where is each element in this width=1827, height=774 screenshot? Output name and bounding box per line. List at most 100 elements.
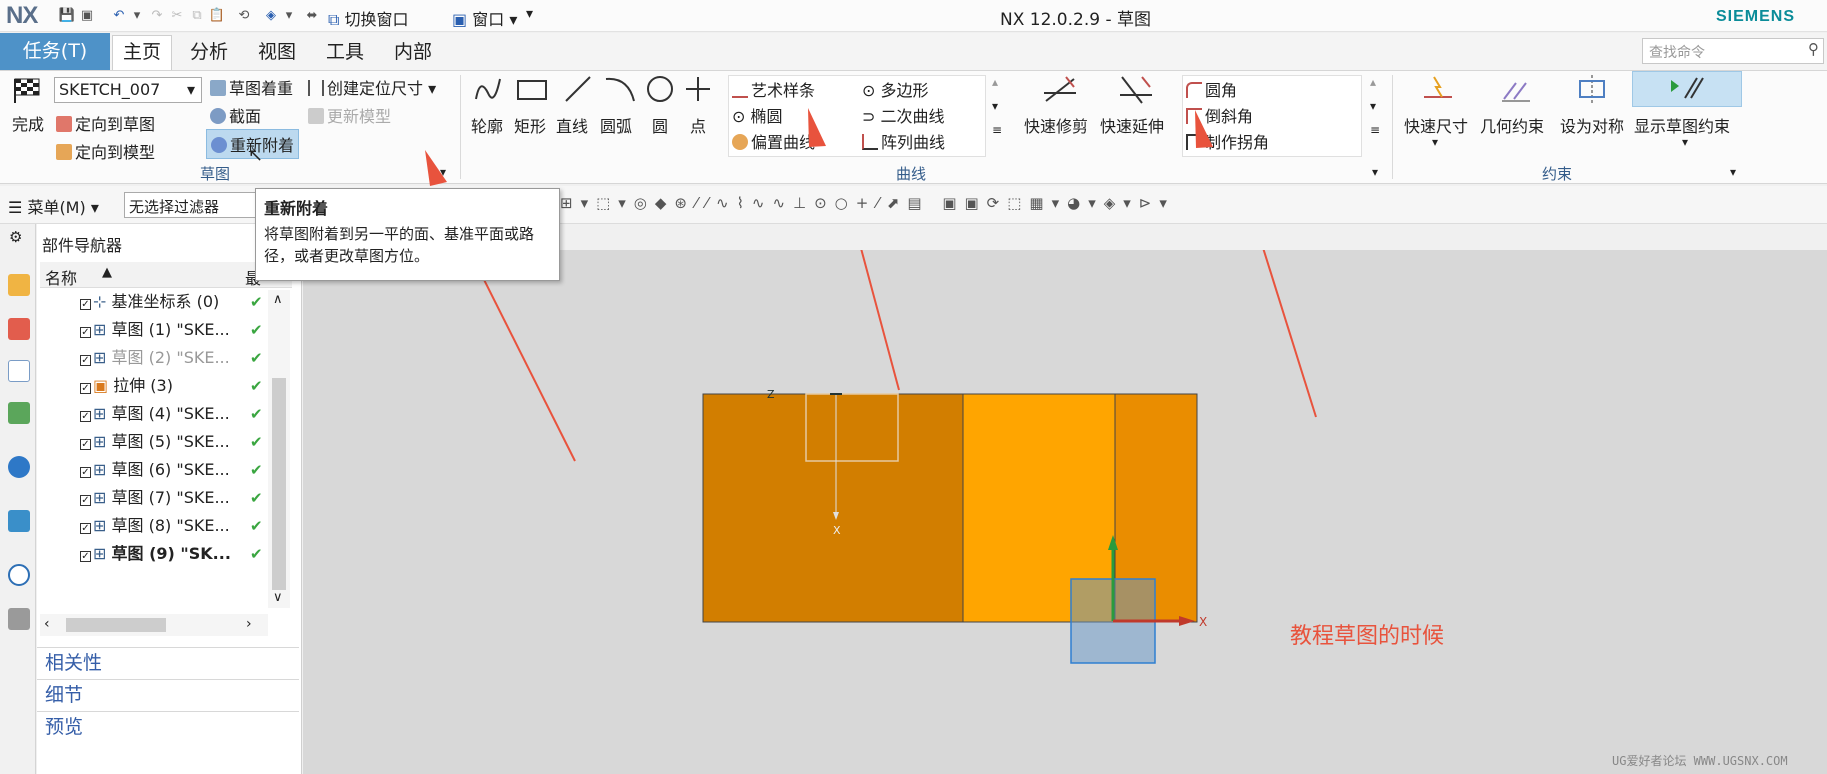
paste-icon[interactable]: 📋 bbox=[208, 7, 226, 25]
navigator-row[interactable]: ✓ ▣ 拉伸 (3) ✔ bbox=[40, 372, 272, 400]
navigator-row[interactable]: ✓ ⊞ 草图 (9) "SK... ✔ bbox=[40, 540, 272, 568]
fillet-button[interactable]: 圆角 bbox=[1186, 77, 1237, 101]
navigator-row[interactable]: ✓ ⊞ 草图 (8) "SKE... ✔ bbox=[40, 512, 272, 540]
gallery-down-icon[interactable]: ▾ bbox=[992, 99, 998, 113]
navigator-row[interactable]: ✓ ⊞ 草图 (7) "SKE... ✔ bbox=[40, 484, 272, 512]
menu-button[interactable]: ☰ 菜单(M) ▾ bbox=[8, 194, 99, 218]
history-icon[interactable] bbox=[8, 510, 30, 532]
update-model-button[interactable]: 更新模型 bbox=[308, 103, 391, 127]
tab-internal[interactable]: 内部 bbox=[384, 36, 442, 68]
model-view[interactable]: X Z X bbox=[303, 68, 1827, 774]
visibility-checkbox[interactable]: ✓ bbox=[80, 299, 91, 310]
arc-button[interactable]: 圆弧 bbox=[600, 113, 632, 137]
chamfer-button[interactable]: 倒斜角 bbox=[1186, 103, 1253, 127]
polygon-button[interactable]: ⊙ 多边形 bbox=[862, 77, 929, 101]
tab-analysis[interactable]: 分析 bbox=[180, 36, 238, 68]
graphics-window[interactable]: X Z X bbox=[303, 68, 1827, 774]
visibility-checkbox[interactable]: ✓ bbox=[80, 551, 91, 562]
studio-spline-button[interactable]: 艺术样条 bbox=[732, 77, 815, 101]
copy-icon[interactable]: ⧉ bbox=[188, 7, 206, 25]
selection-tool-icons[interactable]: ⊞▾⬚▾◎◆⊛⁄⁄∿⌇∿∿⊥⊙○+⁄⬈▤ ▣▣⟳⬚▦▾◕▾◈▾⊳▾ bbox=[560, 194, 1380, 216]
create-dim-button[interactable]: 创建定位尺寸 ▾ bbox=[308, 75, 436, 99]
view-cube-icon[interactable]: ◈ bbox=[262, 7, 280, 25]
rectangle-button[interactable]: 矩形 bbox=[514, 113, 546, 137]
gallery-up-icon[interactable]: ▴ bbox=[992, 75, 998, 89]
sketch-group-more-icon[interactable]: ▾ bbox=[440, 165, 446, 179]
visibility-checkbox[interactable]: ✓ bbox=[80, 383, 91, 394]
navigator-vscroll-thumb[interactable] bbox=[272, 378, 286, 590]
undo-dropdown-icon[interactable]: ▾ bbox=[128, 7, 146, 25]
tab-view[interactable]: 视图 bbox=[248, 36, 306, 68]
visibility-checkbox[interactable]: ✓ bbox=[80, 355, 91, 366]
undo-icon[interactable]: ↶ bbox=[110, 7, 128, 25]
point-button[interactable]: 点 bbox=[690, 113, 706, 137]
navigator-row[interactable]: ✓ ⊞ 草图 (1) "SKE... ✔ bbox=[40, 316, 272, 344]
visibility-checkbox[interactable]: ✓ bbox=[80, 411, 91, 422]
orient-to-sketch-button[interactable]: 定向到草图 bbox=[56, 111, 155, 135]
window-menu-button[interactable]: ▣ 窗口 ▾ bbox=[452, 6, 517, 30]
navigator-row[interactable]: ✓ ⊞ 草图 (2) "SKE... ✔ bbox=[40, 344, 272, 372]
ellipse-button[interactable]: ⊙ 椭圆 bbox=[732, 103, 783, 127]
scroll-left-icon[interactable]: ‹ bbox=[44, 616, 50, 632]
geometric-constraint-button[interactable]: 几何约束 bbox=[1480, 113, 1544, 137]
corner-gallery-up-icon[interactable]: ▴ bbox=[1370, 75, 1376, 89]
clock-icon[interactable] bbox=[8, 564, 30, 586]
profile-button[interactable]: 轮廓 bbox=[471, 113, 503, 137]
switch-window-button[interactable]: ⧉ 切换窗口 bbox=[328, 6, 409, 30]
dependencies-section[interactable]: 相关性 bbox=[37, 647, 299, 677]
quick-trim-button[interactable]: 快速修剪 bbox=[1024, 113, 1088, 137]
cut-icon[interactable]: ✂ bbox=[168, 7, 186, 25]
corner-gallery-expand-icon[interactable]: ≡ bbox=[1370, 123, 1380, 137]
navigator-hscroll-thumb[interactable] bbox=[66, 618, 166, 632]
corner-gallery-down-icon[interactable]: ▾ bbox=[1370, 99, 1376, 113]
column-name-header[interactable]: 名称 bbox=[45, 265, 77, 289]
visibility-checkbox[interactable]: ✓ bbox=[80, 467, 91, 478]
pattern-curve-button[interactable]: 阵列曲线 bbox=[862, 129, 945, 153]
repeat-command-icon[interactable]: ⟲ bbox=[235, 7, 253, 25]
customize-quickaccess-icon[interactable]: ▾ bbox=[526, 6, 533, 22]
quick-extend-button[interactable]: 快速延伸 bbox=[1100, 113, 1164, 137]
touch-mode-icon[interactable]: ⬌ bbox=[303, 7, 321, 25]
sketch-color-button[interactable]: 草图着重 bbox=[210, 75, 293, 99]
show-constraints-dropdown-icon[interactable]: ▾ bbox=[1682, 135, 1688, 149]
make-symmetric-button[interactable]: 设为对称 bbox=[1560, 113, 1624, 137]
visibility-checkbox[interactable]: ✓ bbox=[80, 523, 91, 534]
finish-button[interactable]: 完成 bbox=[12, 111, 44, 135]
section-button[interactable]: 截面 bbox=[210, 103, 261, 127]
scroll-up-icon[interactable]: ∧ bbox=[273, 292, 283, 307]
dark-face[interactable] bbox=[702, 393, 964, 623]
view-dropdown-icon[interactable]: ▾ bbox=[280, 7, 298, 25]
part-navigator-icon[interactable] bbox=[8, 360, 30, 382]
tab-task[interactable]: 任务(T) bbox=[0, 33, 110, 70]
constraint-group-more-icon[interactable]: ▾ bbox=[1730, 165, 1736, 179]
settings-icon[interactable]: ⚙ bbox=[9, 228, 22, 246]
navigator-row[interactable]: ✓ ⊞ 草图 (4) "SKE... ✔ bbox=[40, 400, 272, 428]
details-section[interactable]: 细节 bbox=[37, 679, 299, 709]
tab-home[interactable]: 主页 bbox=[112, 35, 173, 70]
search-input[interactable]: 查找命令 bbox=[1642, 38, 1824, 64]
preview-section[interactable]: 预览 bbox=[37, 711, 299, 741]
assembly-navigator-icon[interactable] bbox=[8, 274, 30, 296]
search-icon[interactable]: ⚲ bbox=[1808, 40, 1819, 58]
reuse-library-icon[interactable] bbox=[8, 402, 30, 424]
make-corner-button[interactable]: 制作拐角 bbox=[1186, 129, 1269, 153]
orient-to-model-button[interactable]: 定向到模型 bbox=[56, 139, 155, 163]
sketch-name-select[interactable]: SKETCH_007 ▾ bbox=[54, 77, 202, 103]
redo-icon[interactable]: ↷ bbox=[148, 7, 166, 25]
conic-button[interactable]: ⊃ 二次曲线 bbox=[862, 103, 945, 127]
navigator-row[interactable]: ✓ ⊞ 草图 (6) "SKE... ✔ bbox=[40, 456, 272, 484]
save-icon[interactable]: 💾 bbox=[58, 7, 76, 25]
tab-tools[interactable]: 工具 bbox=[316, 36, 374, 68]
navigator-row[interactable]: ✓ ⊞ 草图 (5) "SKE... ✔ bbox=[40, 428, 272, 456]
roles-icon[interactable] bbox=[8, 608, 30, 630]
visibility-checkbox[interactable]: ✓ bbox=[80, 327, 91, 338]
navigator-row[interactable]: ✓ ⊹ 基准坐标系 (0) ✔ bbox=[40, 288, 272, 316]
show-constraints-button[interactable]: 显示草图约束 bbox=[1634, 113, 1730, 137]
rapid-dim-dropdown-icon[interactable]: ▾ bbox=[1432, 135, 1438, 149]
scroll-down-icon[interactable]: ∨ bbox=[273, 590, 283, 605]
web-browser-icon[interactable] bbox=[8, 456, 30, 478]
visibility-checkbox[interactable]: ✓ bbox=[80, 439, 91, 450]
gallery-expand-icon[interactable]: ≡ bbox=[992, 123, 1002, 137]
curve-group-more-icon[interactable]: ▾ bbox=[1372, 165, 1378, 179]
constraint-navigator-icon[interactable] bbox=[8, 318, 30, 340]
